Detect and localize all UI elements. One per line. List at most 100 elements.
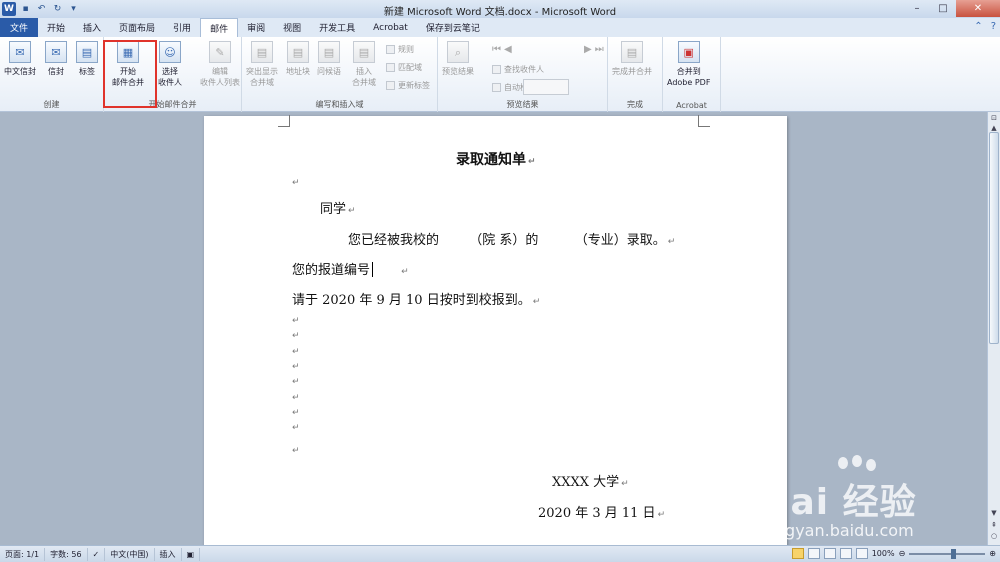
proofing-icon[interactable]: ✓	[88, 547, 106, 561]
envelope-button[interactable]: ✉ 信封	[45, 41, 67, 77]
tab-page-layout[interactable]: 页面布局	[110, 18, 164, 37]
draft-view-icon[interactable]	[855, 548, 868, 559]
macro-record-icon[interactable]: ▣	[182, 547, 201, 561]
select-recipients-button[interactable]: ☺ 选择 收件人	[158, 41, 182, 88]
paragraph-mark: ↵	[292, 446, 300, 456]
rules-button[interactable]: 规则	[386, 42, 414, 56]
labels-button[interactable]: ▤ 标签	[76, 41, 98, 77]
address-block-button[interactable]: ▤ 地址块	[286, 41, 310, 77]
edit-recipient-list-button[interactable]: ✎ 编辑 收件人列表	[200, 41, 240, 88]
customize-qat-icon[interactable]: ▾	[67, 3, 80, 16]
quick-access-toolbar: W ▪ ↶ ↻ ▾	[0, 0, 80, 18]
document-line-report[interactable]: 请于 2020 年 9 月 10 日按时到校报到。 ↵	[292, 289, 540, 308]
zoom-level[interactable]: 100%	[872, 549, 895, 558]
tab-references[interactable]: 引用	[164, 18, 200, 37]
rules-icon	[386, 44, 395, 54]
document-date[interactable]: 2020 年 3 月 11 日 ↵	[538, 502, 665, 521]
greeting-line-button[interactable]: ▤ 问候语	[317, 41, 341, 77]
paw-icon	[838, 457, 848, 469]
merge-to-pdf-button[interactable]: ▣ 合并到 Adobe PDF	[667, 41, 710, 88]
tab-file[interactable]: 文件	[0, 18, 38, 37]
document-signature[interactable]: XXXX 大学 ↵	[552, 471, 629, 490]
minimize-ribbon-icon[interactable]: ⌃	[974, 21, 982, 32]
zoom-in-icon[interactable]: ⊕	[989, 549, 996, 558]
paragraph-mark: ↵	[292, 331, 300, 341]
highlight-merge-fields-button[interactable]: ▤ 突出显示 合并域	[246, 41, 278, 88]
group-finish: ▤ 完成并合并 完成	[608, 37, 663, 112]
language-indicator[interactable]: 中文(中国)	[105, 547, 155, 561]
document-title[interactable]: 录取通知单 ↵	[456, 149, 536, 169]
document-line-student[interactable]: 同学 ↵	[320, 198, 356, 217]
document-line-code[interactable]: 您的报道编号 ↵	[292, 259, 409, 278]
zoom-out-icon[interactable]: ⊖	[899, 549, 906, 558]
first-record-icon[interactable]: ⏮	[492, 44, 501, 55]
recipients-icon: ☺	[159, 41, 181, 63]
paragraph-mark: ↵	[292, 408, 300, 418]
page-count[interactable]: 页面: 1/1	[0, 547, 46, 561]
tab-home[interactable]: 开始	[38, 18, 74, 37]
web-layout-view-icon[interactable]	[823, 548, 836, 559]
check-errors-icon	[492, 82, 501, 92]
zoom-slider-knob[interactable]	[951, 548, 957, 559]
tab-mailings[interactable]: 邮件	[200, 18, 239, 37]
find-recipient-button[interactable]: 查找收件人	[492, 62, 544, 76]
tab-acrobat[interactable]: Acrobat	[364, 18, 417, 37]
paw-toe	[852, 455, 862, 467]
zoom-controls: 100% ⊖ ⊕	[791, 548, 996, 559]
record-number-input[interactable]	[523, 79, 569, 95]
minimize-button[interactable]: –	[904, 0, 930, 17]
group-preview-results: ⌕ 预览结果 ⏮ ◀ ▶ ⏭ 查找收件人 自动检查错误 预览结果	[438, 37, 608, 112]
paragraph-mark: ↵	[292, 423, 300, 433]
chinese-envelope-button[interactable]: ✉ 中文信封	[4, 41, 36, 77]
document-line-admit[interactable]: 您已经被我校的 （院 系）的 （专业）录取。 ↵	[348, 229, 675, 248]
paragraph-mark: ↵	[292, 347, 300, 357]
status-bar: 页面: 1/1 字数: 56 ✓ 中文(中国) 插入 ▣ 100% ⊖ ⊕	[0, 545, 1000, 562]
next-record-icon[interactable]: ▶	[584, 44, 592, 55]
full-screen-view-icon[interactable]	[807, 548, 820, 559]
tab-view[interactable]: 视图	[274, 18, 310, 37]
tab-review[interactable]: 审阅	[238, 18, 274, 37]
group-create: ✉ 中文信封 ✉ 信封 ▤ 标签 创建	[0, 37, 104, 112]
preview-results-button[interactable]: ⌕ 预览结果	[442, 41, 474, 77]
finish-merge-icon: ▤	[621, 41, 643, 63]
close-button[interactable]: ✕	[956, 0, 1000, 17]
labels-icon: ▤	[76, 41, 98, 63]
document-page[interactable]: 录取通知单 ↵ ↵ 同学 ↵ 您已经被我校的 （院 系）的 （专业）录取。 ↵ 您的报…	[204, 115, 787, 545]
insert-merge-field-button[interactable]: ▤ 插入 合并域	[352, 41, 376, 88]
group-write-insert-fields: ▤ 突出显示 合并域 ▤ 地址块 ▤ 问候语 ▤ 插入 合并域 规则 匹配域 更…	[242, 37, 438, 112]
outline-view-icon[interactable]	[839, 548, 852, 559]
help-icon[interactable]: ?	[991, 21, 996, 32]
update-labels-button[interactable]: 更新标签	[386, 78, 430, 92]
undo-icon[interactable]: ↶	[35, 3, 48, 16]
pdf-icon: ▣	[677, 41, 700, 63]
save-icon[interactable]: ▪	[19, 3, 32, 16]
group-label: 编写和插入域	[315, 100, 364, 109]
word-logo-icon[interactable]: W	[2, 2, 16, 16]
redo-icon[interactable]: ↻	[51, 3, 64, 16]
paragraph-mark: ↵	[292, 178, 300, 188]
greeting-icon: ▤	[318, 41, 340, 63]
find-recipient-icon	[492, 64, 501, 74]
zoom-slider[interactable]	[909, 548, 986, 559]
insert-mode-indicator[interactable]: 插入	[155, 547, 182, 561]
window-title: 新建 Microsoft Word 文档.docx - Microsoft Wo…	[383, 7, 617, 18]
group-acrobat: ▣ 合并到 Adobe PDF Acrobat	[663, 37, 721, 112]
highlight-icon: ▤	[251, 41, 273, 63]
prev-record-icon[interactable]: ◀	[504, 44, 512, 55]
finish-merge-button[interactable]: ▤ 完成并合并	[612, 41, 652, 77]
record-navigation-next: ▶ ⏭	[584, 42, 604, 56]
paw-toe	[866, 459, 876, 471]
tab-insert[interactable]: 插入	[74, 18, 110, 37]
print-layout-view-icon[interactable]	[791, 548, 804, 559]
tab-developer[interactable]: 开发工具	[310, 18, 364, 37]
match-fields-button[interactable]: 匹配域	[386, 60, 422, 74]
edit-list-icon: ✎	[209, 41, 231, 63]
match-fields-icon	[386, 62, 395, 72]
watermark-url: jingyan.baidu.com	[766, 521, 914, 540]
last-record-icon[interactable]: ⏭	[595, 44, 604, 55]
title-bar: W ▪ ↶ ↻ ▾ 新建 Microsoft Word 文档.docx - Mi…	[0, 0, 1000, 18]
tab-cloud-note[interactable]: 保存到云笔记	[417, 18, 489, 37]
maximize-button[interactable]: □	[930, 0, 956, 17]
scrollbar-thumb[interactable]	[989, 132, 999, 344]
word-count[interactable]: 字数: 56	[45, 547, 88, 561]
